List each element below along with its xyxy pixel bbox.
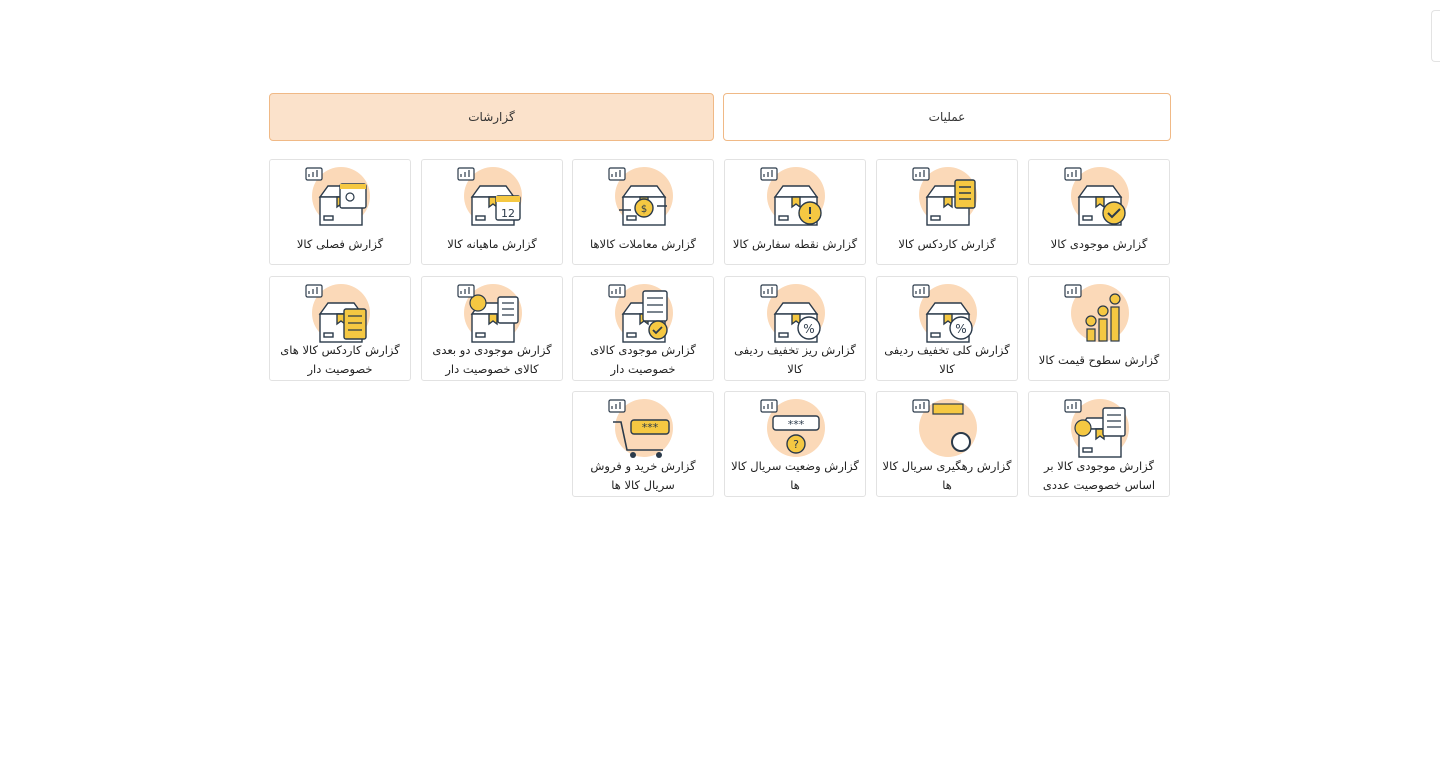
serial-status-icon: ***?	[759, 398, 831, 460]
report-card-label: گزارش سطوح قیمت کالا	[1038, 352, 1160, 367]
report-card[interactable]: $ گزارش معاملات کالاها	[572, 159, 714, 265]
serial-search-icon	[911, 398, 983, 460]
report-card-label: گزارش ماهیانه کالا	[447, 236, 537, 251]
serial-cart-icon: ***	[607, 398, 679, 460]
report-card[interactable]: گزارش کاردکس کالا	[876, 159, 1018, 265]
box-discount-icon: %	[911, 283, 983, 345]
svg-text:***: ***	[642, 421, 659, 434]
report-card[interactable]: گزارش موجودی کالای خصوصیت دار	[572, 276, 714, 381]
report-card[interactable]: % گزارش کلی تخفیف ردیفی کالا	[876, 276, 1018, 381]
svg-text:?: ?	[793, 438, 799, 451]
box-list-icon	[304, 283, 376, 345]
svg-text:%: %	[803, 322, 814, 336]
report-card[interactable]: گزارش موجودی کالا بر اساس خصوصیت عددی	[1028, 391, 1170, 497]
box-2d-check-icon	[456, 283, 528, 345]
tab-reports[interactable]: گزارشات	[269, 93, 714, 141]
box-exchange-icon: $	[607, 166, 679, 228]
box-alert-icon	[759, 166, 831, 228]
report-card[interactable]: 12 گزارش ماهیانه کالا	[421, 159, 563, 265]
box-season-calendar-icon	[304, 166, 376, 228]
report-card-label: گزارش کاردکس کالا	[898, 236, 996, 251]
report-card-label: گزارش ریز تخفیف ردیفی کالا	[734, 343, 856, 376]
price-levels-icon	[1063, 283, 1135, 345]
report-grid: گزارش موجودی کالا گزارش کاردکس کالا گزارش …	[269, 159, 1171, 499]
report-card-label: گزارش کلی تخفیف ردیفی کالا	[884, 343, 1010, 376]
report-card-label: گزارش موجودی کالا	[1050, 236, 1148, 251]
report-card[interactable]: گزارش موجودی دو بعدی کالای خصوصیت دار	[421, 276, 563, 381]
report-card-label: گزارش فصلی کالا	[296, 236, 384, 251]
report-card-label: گزارش رهگیری سریال کالا ها	[882, 459, 1012, 492]
report-card-label: گزارش نقطه سفارش کالا	[732, 236, 858, 251]
report-card-label: گزارش معاملات کالاها	[589, 236, 697, 251]
box-calendar-icon: 12	[456, 166, 528, 228]
report-card-label: گزارش کاردکس کالا های خصوصیت دار	[280, 343, 400, 376]
report-card-label: گزارش وضعیت سریال کالا ها	[731, 459, 859, 492]
box-checklist-icon	[607, 283, 679, 345]
box-numeric-icon	[1063, 398, 1135, 460]
section-tabs: عملیات گزارشات	[269, 93, 1171, 141]
report-card-label: گزارش موجودی کالای خصوصیت دار	[590, 343, 696, 376]
svg-text:***: ***	[788, 418, 805, 431]
report-card[interactable]: ***? گزارش وضعیت سریال کالا ها	[724, 391, 866, 497]
report-card[interactable]: گزارش کاردکس کالا های خصوصیت دار	[269, 276, 411, 381]
report-card[interactable]: گزارش موجودی کالا	[1028, 159, 1170, 265]
report-card-label: گزارش موجودی کالا بر اساس خصوصیت عددی	[1042, 459, 1156, 492]
report-card-label: گزارش موجودی دو بعدی کالای خصوصیت دار	[432, 343, 552, 376]
report-card[interactable]: % گزارش ریز تخفیف ردیفی کالا	[724, 276, 866, 381]
report-card[interactable]: *** گزارش خرید و فروش سریال کالا ها	[572, 391, 714, 497]
side-panel-handle[interactable]	[1431, 10, 1440, 62]
svg-text:$: $	[641, 204, 647, 215]
report-card[interactable]: گزارش رهگیری سریال کالا ها	[876, 391, 1018, 497]
report-card[interactable]: گزارش نقطه سفارش کالا	[724, 159, 866, 265]
svg-text:12: 12	[501, 207, 515, 220]
report-card[interactable]: گزارش سطوح قیمت کالا	[1028, 276, 1170, 381]
box-discount-detail-icon: %	[759, 283, 831, 345]
box-clipboard-icon	[911, 166, 983, 228]
tab-operations[interactable]: عملیات	[723, 93, 1171, 141]
box-check-icon	[1063, 166, 1135, 228]
report-card[interactable]: گزارش فصلی کالا	[269, 159, 411, 265]
svg-text:%: %	[955, 322, 966, 336]
report-card-label: گزارش خرید و فروش سریال کالا ها	[590, 459, 696, 492]
